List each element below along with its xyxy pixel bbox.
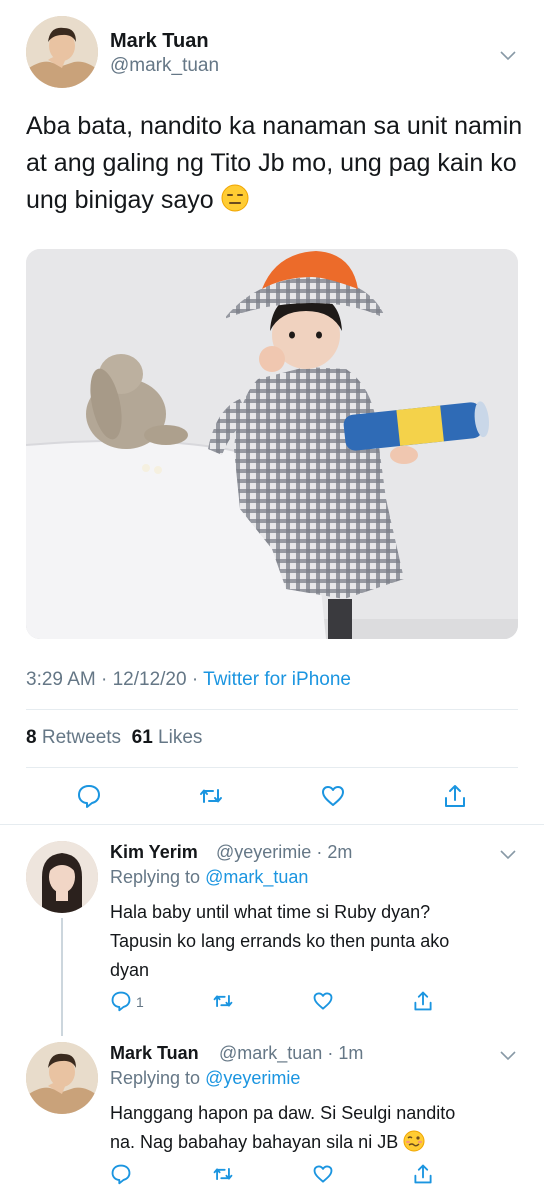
divider [0,824,544,825]
reply-line: dyan [110,960,150,980]
tweet-text: Aba bata, nandito ka nanaman sa unit nam… [26,108,526,219]
tweet-metadata: 3:29 AM · 12/12/20 · Twitter for iPhone [26,669,351,691]
reply-body: Hanggang hapon pa daw. Si Seulgi nandito… [110,1099,530,1157]
reply-author-name[interactable]: Kim Yerim [110,842,198,863]
reply-age: 2m [327,842,353,862]
reply-icon[interactable] [110,990,132,1012]
reply-line: na. Nag babahay bahayan sila ni JB [110,1132,399,1152]
reply-author-handle: @mark_tuan [219,1043,323,1063]
tweet-date: 12/12/20 [112,669,187,690]
author-name[interactable]: Mark Tuan [110,30,209,53]
chevron-down-icon[interactable] [500,847,516,860]
chevron-down-icon[interactable] [500,1048,516,1061]
replying-to: Replying to @mark_tuan [110,867,308,888]
meta-separator: · [316,842,328,862]
reply-icon[interactable] [76,783,102,809]
retweets-label: Retweets [41,727,122,748]
meta-separator: · [101,669,113,690]
reply-icon[interactable] [110,1163,132,1185]
reply-age: 1m [338,1043,364,1063]
retweet-icon[interactable] [212,990,234,1012]
like-icon[interactable] [320,783,346,809]
share-icon[interactable] [412,1163,434,1185]
reply-avatar[interactable] [26,841,98,913]
author-avatar[interactable] [26,16,98,88]
mention-link[interactable]: @yeyerimie [205,1068,300,1088]
tweet-time: 3:29 AM [26,669,96,690]
expressionless-face-icon [221,184,249,212]
retweet-icon[interactable] [212,1163,234,1185]
reply-handle-time[interactable]: @yeyerimie · 2m [216,842,352,863]
reply-line: Hala baby until what time si Ruby dyan? [110,902,431,922]
reply-avatar[interactable] [26,1042,98,1114]
reply-author-name[interactable]: Mark Tuan [110,1043,199,1064]
mention-link[interactable]: @mark_tuan [205,867,308,887]
reply-body: Hala baby until what time si Ruby dyan? … [110,898,530,985]
tweet-source-link[interactable]: Twitter for iPhone [203,669,351,690]
reply-line-with-emoji: na. Nag babahay bahayan sila ni JB [110,1128,530,1157]
reply-author-handle: @yeyerimie [216,842,312,862]
replying-label: Replying to [110,867,201,887]
share-icon[interactable] [412,990,434,1012]
like-icon[interactable] [312,990,334,1012]
woozy-face-icon [403,1130,425,1152]
tweet-photo[interactable] [26,249,518,639]
divider [26,767,518,768]
like-icon[interactable] [312,1163,334,1185]
replying-label: Replying to [110,1068,201,1088]
retweets-count: 8 [26,727,37,748]
thread-line [61,918,63,1036]
share-icon[interactable] [442,783,468,809]
meta-separator: · [191,669,204,690]
tweet-body: Aba bata, nandito ka nanaman sa unit nam… [26,112,523,214]
retweet-icon[interactable] [198,783,224,809]
reply-line: Tapusin ko lang errands ko then punta ak… [110,931,450,951]
likes-stat[interactable]: 61 Likes [132,727,203,748]
likes-label: Likes [158,727,203,748]
tweet-header: Mark Tuan @mark_tuan [26,16,518,88]
tweet-stats: 8 Retweets 61 Likes [26,727,202,749]
author-handle[interactable]: @mark_tuan [110,55,219,77]
chevron-down-icon[interactable] [500,48,516,61]
likes-count: 61 [131,727,153,748]
reply-handle-time[interactable]: @mark_tuan · 1m [219,1043,363,1064]
meta-separator: · [327,1043,339,1063]
retweets-stat[interactable]: 8 Retweets [26,727,121,748]
divider [26,709,518,710]
reply-line: Hanggang hapon pa daw. Si Seulgi nandito [110,1103,456,1123]
replying-to: Replying to @yeyerimie [110,1068,300,1089]
reply-count: 1 [136,994,144,1010]
